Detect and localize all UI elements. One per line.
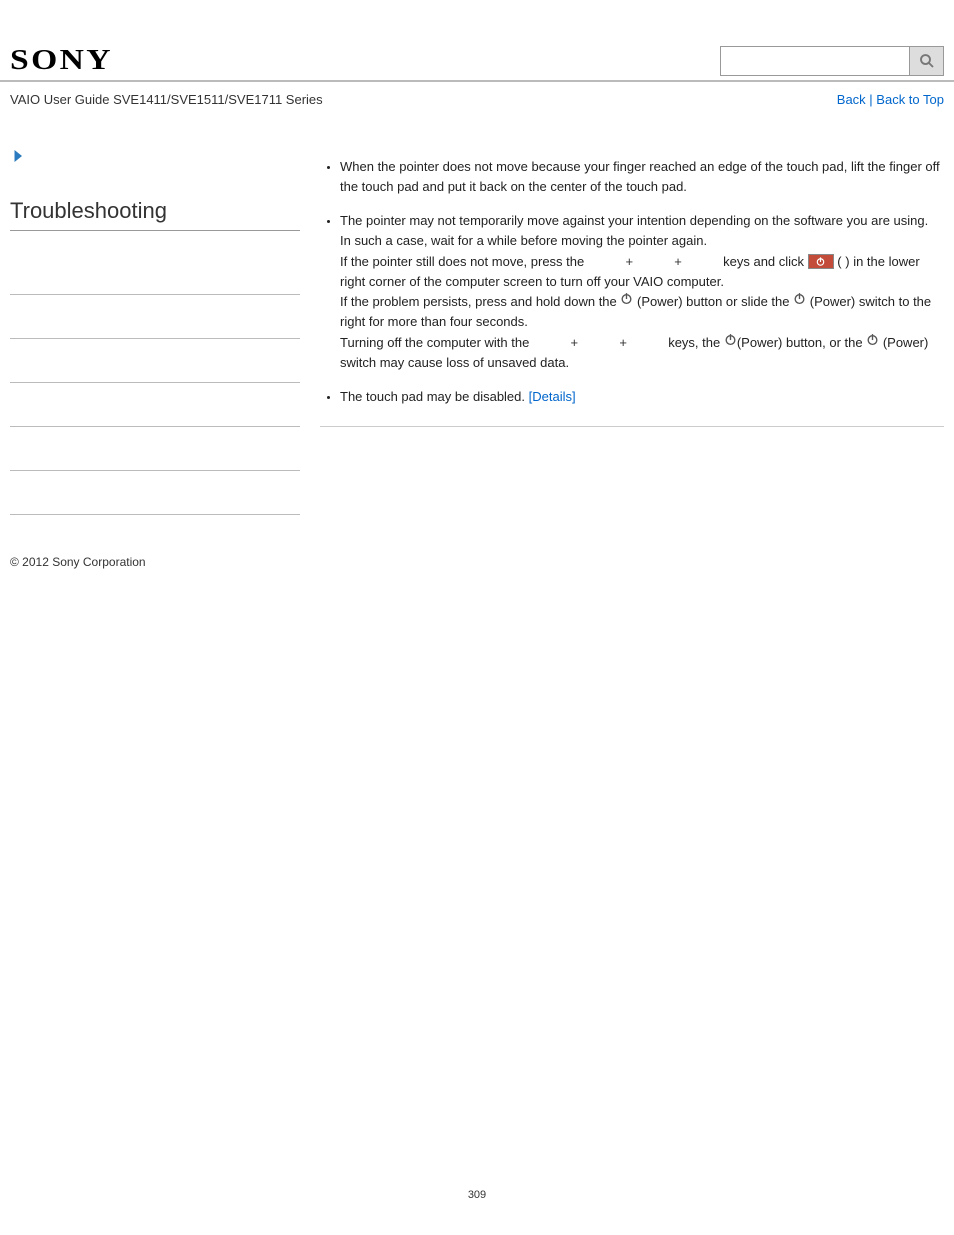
- back-to-top-link[interactable]: Back to Top: [876, 92, 944, 107]
- nav-separator: |: [866, 92, 877, 107]
- troubleshoot-list: When the pointer does not move because y…: [320, 157, 944, 408]
- list-item: When the pointer does not move because y…: [340, 157, 944, 197]
- power-icon: [793, 291, 806, 311]
- details-link[interactable]: [Details]: [529, 389, 576, 404]
- text: keys, the: [665, 335, 724, 350]
- plus: +: [622, 254, 637, 269]
- search-input[interactable]: [720, 46, 910, 76]
- text: button or slide the: [686, 294, 793, 309]
- text: If the pointer still does not move, pres…: [340, 254, 588, 269]
- search-icon: [918, 52, 936, 70]
- footer-copyright: © 2012 Sony Corporation: [0, 515, 954, 569]
- sidebar-item[interactable]: [10, 383, 300, 427]
- text: (Power): [637, 294, 683, 309]
- plus: +: [616, 335, 631, 350]
- text: If the problem persists, press and hold …: [340, 294, 620, 309]
- nav-links: Back | Back to Top: [837, 92, 944, 107]
- list-item: The pointer may not temporarily move aga…: [340, 211, 944, 373]
- power-icon: [724, 332, 737, 352]
- expand-chevron[interactable]: [10, 147, 300, 168]
- plus: +: [671, 254, 686, 269]
- text: switch may cause loss of unsaved data.: [340, 355, 569, 370]
- text: The pointer may not temporarily move aga…: [340, 213, 928, 228]
- sony-logo: SONY: [10, 45, 113, 77]
- page-number: 309: [0, 1189, 954, 1221]
- text: The touch pad may be disabled.: [340, 389, 529, 404]
- sidebar-item[interactable]: [10, 295, 300, 339]
- sidebar-item[interactable]: [10, 251, 300, 295]
- top-bar: SONY: [0, 42, 954, 82]
- shutdown-icon: [808, 254, 834, 269]
- search-button[interactable]: [910, 46, 944, 76]
- sidebar-item[interactable]: [10, 339, 300, 383]
- list-item: The touch pad may be disabled. [Details]: [340, 387, 944, 407]
- text: (Power): [810, 294, 856, 309]
- text: Turning off the computer with the: [340, 335, 533, 350]
- sidebar-item[interactable]: [10, 427, 300, 471]
- text: In such a case, wait for a while before …: [340, 233, 707, 248]
- breadcrumb-row: VAIO User Guide SVE1411/SVE1511/SVE1711 …: [0, 82, 954, 107]
- text: (Power): [883, 335, 929, 350]
- sidebar-item[interactable]: [10, 471, 300, 515]
- power-icon: [866, 332, 879, 352]
- guide-title: VAIO User Guide SVE1411/SVE1511/SVE1711 …: [10, 92, 323, 107]
- sidebar-title: Troubleshooting: [10, 198, 300, 231]
- main-content: When the pointer does not move because y…: [320, 147, 944, 515]
- text: (: [837, 254, 841, 269]
- sidebar-items: [10, 251, 300, 515]
- plus: +: [567, 335, 582, 350]
- search-form: [720, 46, 944, 76]
- power-icon: [620, 291, 633, 311]
- content-divider: [320, 426, 944, 427]
- sidebar: Troubleshooting: [10, 147, 320, 515]
- text: keys and click: [720, 254, 808, 269]
- text: button, or the: [782, 335, 866, 350]
- back-link[interactable]: Back: [837, 92, 866, 107]
- chevron-right-icon: [10, 147, 28, 165]
- text: (Power): [737, 335, 783, 350]
